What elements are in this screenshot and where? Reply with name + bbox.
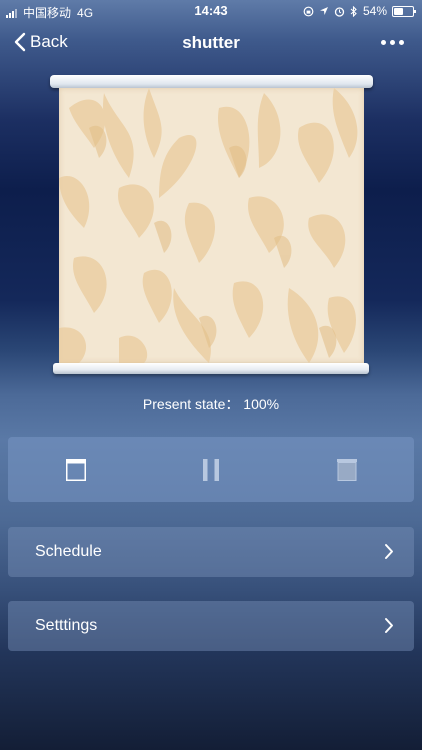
schedule-row[interactable]: Schedule	[8, 527, 414, 577]
more-button[interactable]	[381, 40, 404, 45]
blind-top-roller	[50, 75, 373, 88]
battery-level	[394, 7, 403, 15]
page-title: shutter	[182, 33, 240, 52]
battery-percent: 54%	[362, 4, 387, 18]
open-blind-button[interactable]	[63, 457, 89, 483]
settings-row[interactable]: Setttings	[8, 601, 414, 651]
battery-icon	[392, 5, 416, 17]
status-bar: 中国移动 4G 14:43 54%	[0, 0, 422, 22]
ellipsis-icon	[381, 40, 386, 45]
chevron-right-icon	[385, 618, 393, 633]
blind-close-icon	[337, 459, 357, 481]
leaf-pattern	[59, 88, 358, 363]
rotation-lock-icon	[303, 6, 314, 16]
close-blind-button[interactable]	[334, 457, 360, 483]
present-state-text: Present state： 100%	[142, 396, 280, 412]
location-icon	[319, 7, 328, 15]
alarm-icon	[334, 6, 345, 17]
blind-bottom-rail	[53, 363, 369, 374]
settings-label: Setttings	[35, 617, 98, 634]
blind-fabric	[59, 88, 364, 363]
bluetooth-icon	[350, 5, 357, 17]
control-panel	[8, 437, 414, 502]
chevron-right-icon	[385, 544, 393, 559]
pause-button[interactable]	[198, 457, 224, 483]
status-right: 54%	[303, 4, 416, 18]
schedule-label: Schedule	[35, 543, 102, 560]
pause-icon	[203, 459, 219, 481]
blind-open-icon	[66, 459, 86, 481]
